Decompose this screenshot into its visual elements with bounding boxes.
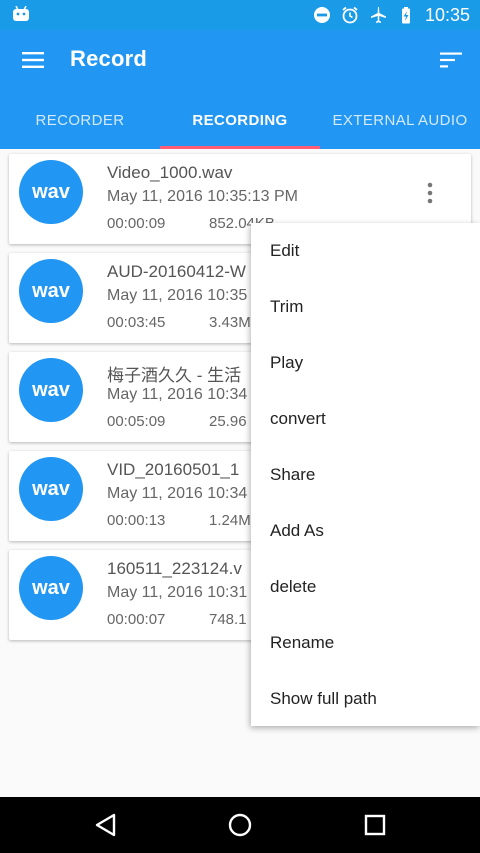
- menu-item-share[interactable]: Share: [251, 447, 480, 503]
- file-type-badge: wav: [19, 358, 83, 422]
- recording-name: VID_20160501_1: [107, 460, 240, 479]
- recording-size: 1.24M: [209, 512, 251, 529]
- recording-date: May 11, 2016 10:34: [107, 386, 248, 403]
- recording-name: AUD-20160412-W: [107, 262, 246, 281]
- tab-external-audio[interactable]: EXTERNAL AUDIO: [320, 92, 480, 149]
- recording-size: 748.1: [209, 611, 247, 628]
- more-vert-icon[interactable]: [424, 182, 436, 204]
- tab-recording[interactable]: RECORDING: [160, 92, 320, 149]
- recents-icon[interactable]: [361, 811, 389, 839]
- recording-date: May 11, 2016 10:31: [107, 584, 248, 601]
- menu-item-add-as[interactable]: Add As: [251, 503, 480, 559]
- battery-charging-icon: [401, 7, 410, 24]
- home-icon[interactable]: [226, 811, 254, 839]
- file-type-badge: wav: [19, 457, 83, 521]
- tab-bar: RECORDER RECORDING EXTERNAL AUDIO: [0, 92, 480, 149]
- do-not-disturb-icon: [313, 7, 330, 23]
- context-menu: Edit Trim Play convert Share Add As dele…: [251, 223, 480, 726]
- menu-item-trim[interactable]: Trim: [251, 279, 480, 335]
- recording-date: May 11, 2016 10:35:13 PM: [107, 188, 298, 205]
- menu-item-edit[interactable]: Edit: [251, 223, 480, 279]
- menu-item-convert[interactable]: convert: [251, 391, 480, 447]
- recording-date: May 11, 2016 10:34: [107, 485, 248, 502]
- menu-item-show-full-path[interactable]: Show full path: [251, 671, 480, 727]
- menu-item-delete[interactable]: delete: [251, 559, 480, 615]
- sort-icon[interactable]: [440, 52, 462, 68]
- recording-duration: 00:03:45: [107, 314, 166, 331]
- navigation-bar: [0, 797, 480, 853]
- tab-recorder[interactable]: RECORDER: [0, 92, 160, 149]
- status-bar: 10:35: [0, 0, 480, 30]
- recording-date: May 11, 2016 10:35: [107, 287, 248, 304]
- recording-size: 3.43M: [209, 314, 251, 331]
- menu-icon[interactable]: [22, 51, 44, 69]
- back-icon[interactable]: [91, 811, 119, 839]
- file-type-badge: wav: [19, 556, 83, 620]
- recording-name: 160511_223124.v: [107, 559, 242, 578]
- menu-item-rename[interactable]: Rename: [251, 615, 480, 671]
- recording-duration: 00:00:13: [107, 512, 166, 529]
- status-time: 10:35: [424, 4, 470, 25]
- menu-item-play[interactable]: Play: [251, 335, 480, 391]
- app-toolbar: Record: [0, 30, 480, 92]
- page-title: Record: [70, 46, 147, 71]
- alarm-icon: [342, 6, 358, 24]
- recording-size: 25.96: [209, 413, 247, 430]
- file-type-badge: wav: [19, 259, 83, 323]
- recording-duration: 00:00:09: [107, 215, 166, 232]
- airplane-icon: [370, 7, 386, 23]
- recording-duration: 00:00:07: [107, 611, 166, 628]
- file-type-badge: wav: [19, 160, 83, 224]
- android-icon: [13, 6, 29, 21]
- recording-name: Video_1000.wav: [107, 163, 233, 182]
- recording-name: 梅子酒久久 - 生活: [107, 366, 242, 385]
- recording-duration: 00:05:09: [107, 413, 166, 430]
